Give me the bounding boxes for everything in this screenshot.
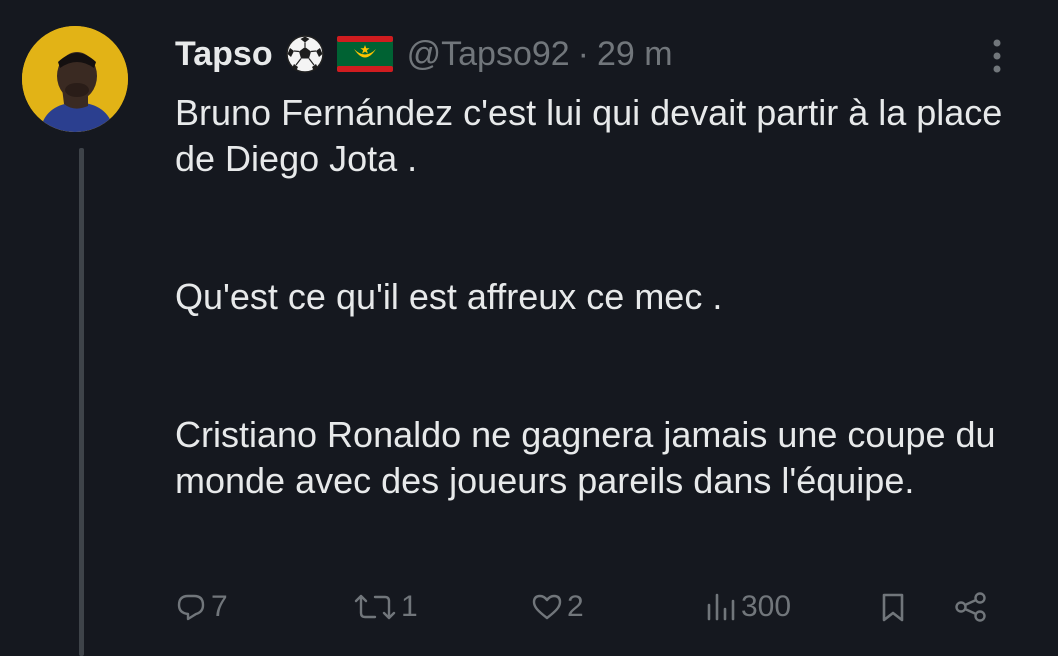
- soccer-ball-icon: [285, 34, 325, 74]
- dot-separator: ·: [577, 34, 589, 73]
- tweet-paragraph: Bruno Fernández c'est lui qui devait par…: [175, 92, 1003, 179]
- share-button[interactable]: [953, 585, 989, 629]
- repost-count: 1: [401, 590, 418, 623]
- tweet-paragraph: Cristiano Ronaldo ne gagnera jamais une …: [175, 414, 996, 501]
- user-handle[interactable]: @Tapso92: [407, 35, 570, 74]
- repost-button[interactable]: 1: [353, 585, 418, 629]
- thread-line: [79, 148, 84, 656]
- heart-icon: [532, 594, 562, 620]
- display-name[interactable]: Tapso: [175, 35, 273, 74]
- bookmark-button[interactable]: [877, 585, 909, 629]
- more-options-icon[interactable]: [985, 34, 1009, 78]
- like-button[interactable]: 2: [531, 585, 584, 629]
- tweet-header: Tapso @Tapso92 · 29 m: [175, 28, 673, 80]
- views-count: 300: [741, 590, 792, 623]
- tweet-text: Bruno Fernández c'est lui qui devait par…: [175, 90, 1035, 504]
- bookmark-icon: [882, 593, 904, 622]
- repost-icon: [354, 594, 396, 620]
- avatar[interactable]: [22, 26, 128, 132]
- views-chart-icon: [707, 593, 735, 621]
- tweet-card[interactable]: Tapso @Tapso92 · 29 m Bruno Fernández c'…: [0, 0, 1058, 656]
- mauritania-flag-icon: [336, 36, 393, 72]
- like-count: 2: [567, 590, 584, 623]
- share-icon: [955, 592, 986, 622]
- timestamp[interactable]: 29 m: [597, 35, 673, 74]
- reply-button[interactable]: 7: [175, 585, 228, 629]
- reply-count: 7: [211, 590, 228, 623]
- action-bar: 7 1 2 300: [175, 585, 1015, 629]
- views-button[interactable]: 300: [705, 585, 791, 629]
- tweet-paragraph: Qu'est ce qu'il est affreux ce mec .: [175, 276, 723, 317]
- reply-icon: [177, 594, 205, 621]
- avatar-photo: [22, 26, 128, 132]
